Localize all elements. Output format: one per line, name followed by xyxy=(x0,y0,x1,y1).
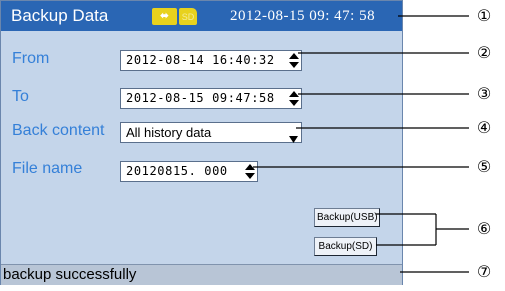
callout-7: ⑦ xyxy=(476,262,492,281)
callout-5: ⑤ xyxy=(476,157,492,176)
callout-4: ④ xyxy=(476,118,492,137)
callout-2: ② xyxy=(476,43,492,62)
callout-3: ③ xyxy=(476,84,492,103)
callout-6: ⑥ xyxy=(476,219,492,238)
callout-lines xyxy=(253,15,469,273)
callout-1: ① xyxy=(476,6,492,25)
